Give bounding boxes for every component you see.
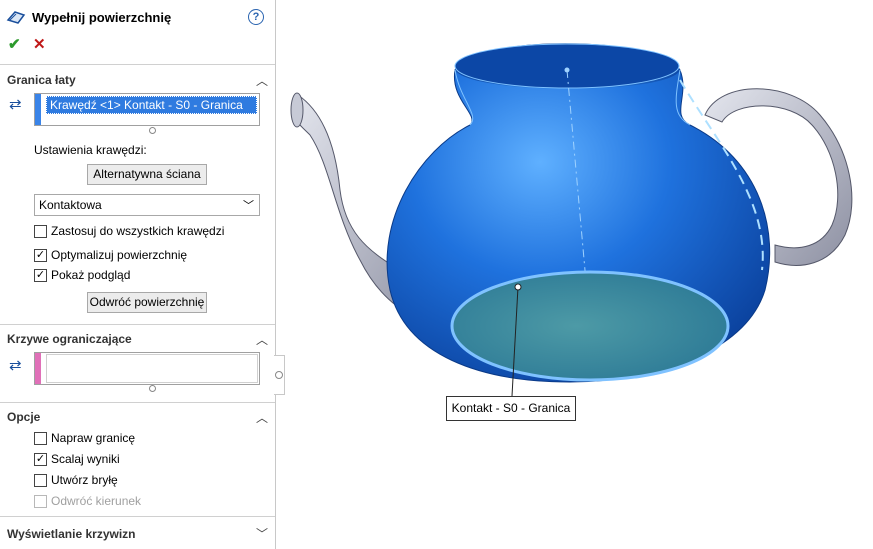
patch-boundary-preview [450,270,730,382]
divider [0,402,275,403]
reverse-direction-label: Odwróć kierunek [51,494,142,508]
checkmark-icon[interactable]: ✓ [34,268,47,282]
help-icon[interactable]: ? [248,9,264,25]
show-preview-checkbox[interactable]: ✓ Pokaż podgląd [34,268,130,282]
swap-icon[interactable]: ⇄ [9,356,22,374]
panel-title-row: Wypełnij powierzchnię [6,8,171,26]
list-area[interactable] [46,354,258,383]
boundary-list[interactable]: Krawędź <1> Kontakt - S0 - Granica [34,93,260,126]
checkmark-icon[interactable]: ✓ [34,452,47,466]
edge-settings-label: Ustawienia krawędzi: [34,143,147,157]
chevron-down-icon: ﹀ [243,200,254,212]
resize-grip-icon[interactable] [149,385,156,392]
create-solid-label: Utwórz bryłę [51,473,118,487]
chevron-up-icon[interactable]: ︿ [256,409,268,426]
optimize-surface-label: Optymalizuj powierzchnię [51,248,188,262]
checkbox-box[interactable] [34,473,47,487]
merge-result-checkbox[interactable]: ✓ Scalaj wyniki [34,452,120,466]
apply-all-edges-checkbox[interactable]: Zastosuj do wszystkich krawędzi [34,224,224,238]
options-header[interactable]: Opcje [7,410,40,424]
graphics-viewport[interactable] [284,0,873,549]
divider [0,516,275,517]
contact-type-value: Kontaktowa [39,198,102,212]
checkbox-box [34,494,47,508]
boundary-list-item[interactable]: Krawędź <1> Kontakt - S0 - Granica [46,96,257,114]
selection-color-bar [35,94,41,125]
edge-callout-label[interactable]: Kontakt - S0 - Granica [446,396,576,421]
reverse-surface-button[interactable]: Odwróć powierzchnię [87,292,207,313]
swap-icon[interactable]: ⇄ [9,95,22,113]
patch-boundary-header[interactable]: Granica łaty [7,73,76,87]
create-solid-checkbox[interactable]: Utwórz bryłę [34,473,118,487]
fix-boundary-checkbox[interactable]: Napraw granicę [34,431,135,445]
constraint-curves-list[interactable] [34,352,260,385]
checkmark-icon[interactable]: ✓ [34,248,47,262]
fill-surface-icon [6,11,26,24]
merge-result-label: Scalaj wyniki [51,452,120,466]
chevron-up-icon[interactable]: ︿ [256,72,268,89]
callout-anchor[interactable] [514,283,522,291]
optimize-surface-checkbox[interactable]: ✓ Optymalizuj powierzchnię [34,248,187,262]
chevron-down-icon[interactable]: ﹀ [256,525,268,542]
ok-button[interactable]: ✔ [8,35,21,53]
divider [0,64,275,65]
resize-grip-icon[interactable] [149,127,156,134]
fix-boundary-label: Napraw granicę [51,431,136,445]
selection-color-bar [35,353,41,384]
cancel-button[interactable]: ✕ [33,35,46,53]
panel-title: Wypełnij powierzchnię [32,9,172,25]
contact-type-select[interactable]: Kontaktowa ﹀ [34,194,260,216]
property-manager-panel: Wypełnij powierzchnię ? ✔ ✕ Granica łaty… [0,0,276,549]
curvature-display-header[interactable]: Wyświetlanie krzywizn [7,527,136,541]
checkbox-box[interactable] [34,431,47,445]
reverse-direction-checkbox: Odwróć kierunek [34,494,141,508]
divider [0,324,275,325]
constraint-curves-header[interactable]: Krzywe ograniczające [7,332,132,346]
alternative-face-button[interactable]: Alternatywna ściana [87,164,207,185]
show-preview-label: Pokaż podgląd [51,268,131,282]
apply-all-edges-label: Zastosuj do wszystkich krawędzi [51,224,225,238]
chevron-up-icon[interactable]: ︿ [256,331,268,348]
checkbox-box[interactable] [34,224,47,238]
